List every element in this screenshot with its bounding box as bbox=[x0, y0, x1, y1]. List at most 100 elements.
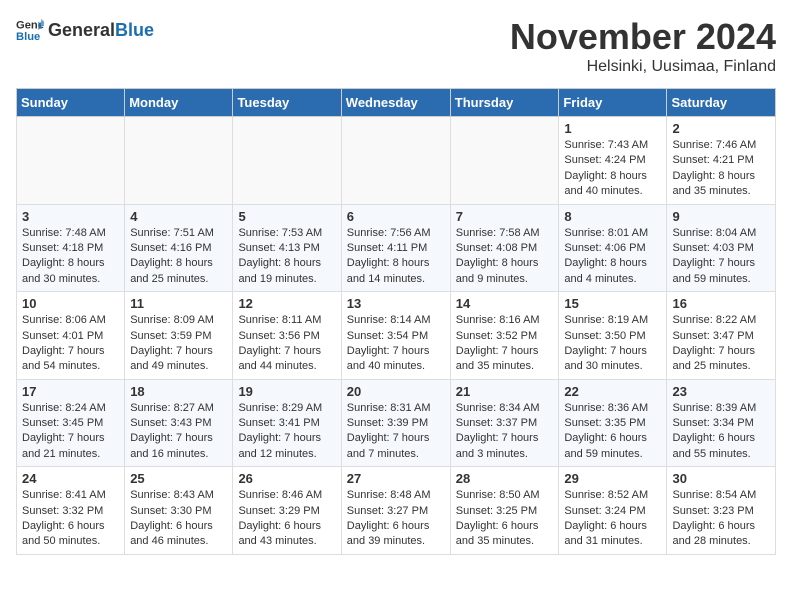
calendar-cell: 6Sunrise: 7:56 AMSunset: 4:11 PMDaylight… bbox=[341, 204, 450, 292]
weekday-header-monday: Monday bbox=[125, 89, 233, 117]
day-number: 10 bbox=[22, 296, 119, 311]
day-number: 8 bbox=[564, 209, 661, 224]
calendar-cell: 15Sunrise: 8:19 AMSunset: 3:50 PMDayligh… bbox=[559, 292, 667, 380]
calendar-cell: 19 Sunrise: 8:29 AMSunset: 3:41 PMDayligh… bbox=[233, 379, 341, 467]
day-info: Sunrise: 7:46 AMSunset: 4:21 PMDaylight:… bbox=[672, 138, 770, 200]
day-number: 13 bbox=[347, 296, 445, 311]
calendar-cell: 22 Sunrise: 8:36 AMSunset: 3:35 PMDayligh… bbox=[559, 379, 667, 467]
calendar-cell: 3 Sunrise: 7:48 AMSunset: 4:18 PMDaylight… bbox=[17, 204, 125, 292]
day-info: Sunrise: 8:24 AMSunset: 3:45 PMDaylight:… bbox=[22, 401, 119, 463]
logo-icon: General Blue bbox=[16, 16, 44, 44]
day-info: Sunrise: 7:58 AMSunset: 4:08 PMDaylight:… bbox=[456, 226, 554, 288]
calendar-week-row: 1Sunrise: 7:43 AMSunset: 4:24 PMDaylight… bbox=[17, 117, 776, 205]
calendar-cell: 30 Sunrise: 8:54 AMSunset: 3:23 PMDayligh… bbox=[667, 467, 776, 555]
calendar-cell: 16Sunrise: 8:22 AMSunset: 3:47 PMDayligh… bbox=[667, 292, 776, 380]
weekday-header-wednesday: Wednesday bbox=[341, 89, 450, 117]
calendar-week-row: 10 Sunrise: 8:06 AMSunset: 4:01 PMDayligh… bbox=[17, 292, 776, 380]
day-info: Sunrise: 8:46 AMSunset: 3:29 PMDaylight:… bbox=[238, 488, 335, 550]
header: General Blue General Blue November 2024 … bbox=[16, 16, 776, 76]
day-number: 22 bbox=[564, 384, 661, 399]
calendar-cell: 21 Sunrise: 8:34 AMSunset: 3:37 PMDayligh… bbox=[450, 379, 559, 467]
day-info: Sunrise: 7:51 AMSunset: 4:16 PMDaylight:… bbox=[130, 226, 227, 288]
day-info: Sunrise: 8:54 AMSunset: 3:23 PMDaylight:… bbox=[672, 488, 770, 550]
day-info: Sunrise: 8:11 AMSunset: 3:56 PMDaylight:… bbox=[238, 313, 335, 375]
day-number: 21 bbox=[456, 384, 554, 399]
calendar-cell bbox=[450, 117, 559, 205]
day-info: Sunrise: 8:14 AMSunset: 3:54 PMDaylight:… bbox=[347, 313, 445, 375]
day-number: 17 bbox=[22, 384, 119, 399]
day-number: 20 bbox=[347, 384, 445, 399]
day-info: Sunrise: 8:48 AMSunset: 3:27 PMDaylight:… bbox=[347, 488, 445, 550]
day-info: Sunrise: 8:41 AMSunset: 3:32 PMDaylight:… bbox=[22, 488, 119, 550]
calendar-cell: 1Sunrise: 7:43 AMSunset: 4:24 PMDaylight… bbox=[559, 117, 667, 205]
calendar-cell: 29Sunrise: 8:52 AMSunset: 3:24 PMDayligh… bbox=[559, 467, 667, 555]
day-info: Sunrise: 8:39 AMSunset: 3:34 PMDaylight:… bbox=[672, 401, 770, 463]
calendar-cell: 8 Sunrise: 8:01 AMSunset: 4:06 PMDaylight… bbox=[559, 204, 667, 292]
day-number: 30 bbox=[672, 471, 770, 486]
day-info: Sunrise: 7:56 AMSunset: 4:11 PMDaylight:… bbox=[347, 226, 445, 288]
day-number: 28 bbox=[456, 471, 554, 486]
calendar-cell: 17 Sunrise: 8:24 AMSunset: 3:45 PMDayligh… bbox=[17, 379, 125, 467]
calendar-cell: 10 Sunrise: 8:06 AMSunset: 4:01 PMDayligh… bbox=[17, 292, 125, 380]
calendar-cell: 7 Sunrise: 7:58 AMSunset: 4:08 PMDaylight… bbox=[450, 204, 559, 292]
day-info: Sunrise: 7:48 AMSunset: 4:18 PMDaylight:… bbox=[22, 226, 119, 288]
svg-text:Blue: Blue bbox=[16, 31, 40, 43]
calendar-cell bbox=[341, 117, 450, 205]
calendar-cell: 18Sunrise: 8:27 AMSunset: 3:43 PMDayligh… bbox=[125, 379, 233, 467]
day-info: Sunrise: 8:16 AMSunset: 3:52 PMDaylight:… bbox=[456, 313, 554, 375]
day-number: 24 bbox=[22, 471, 119, 486]
day-info: Sunrise: 7:53 AMSunset: 4:13 PMDaylight:… bbox=[238, 226, 335, 288]
day-number: 12 bbox=[238, 296, 335, 311]
day-number: 27 bbox=[347, 471, 445, 486]
logo-blue-text: Blue bbox=[115, 20, 154, 41]
calendar-cell: 26 Sunrise: 8:46 AMSunset: 3:29 PMDayligh… bbox=[233, 467, 341, 555]
day-number: 26 bbox=[238, 471, 335, 486]
day-number: 4 bbox=[130, 209, 227, 224]
calendar-cell: 11 Sunrise: 8:09 AMSunset: 3:59 PMDayligh… bbox=[125, 292, 233, 380]
calendar-cell: 9Sunrise: 8:04 AMSunset: 4:03 PMDaylight… bbox=[667, 204, 776, 292]
day-number: 18 bbox=[130, 384, 227, 399]
day-info: Sunrise: 8:01 AMSunset: 4:06 PMDaylight:… bbox=[564, 226, 661, 288]
calendar-cell: 5 Sunrise: 7:53 AMSunset: 4:13 PMDaylight… bbox=[233, 204, 341, 292]
weekday-header-thursday: Thursday bbox=[450, 89, 559, 117]
day-number: 23 bbox=[672, 384, 770, 399]
day-info: Sunrise: 8:29 AMSunset: 3:41 PMDaylight:… bbox=[238, 401, 335, 463]
calendar-header-row: SundayMondayTuesdayWednesdayThursdayFrid… bbox=[17, 89, 776, 117]
calendar-cell: 28 Sunrise: 8:50 AMSunset: 3:25 PMDayligh… bbox=[450, 467, 559, 555]
calendar-cell: 24 Sunrise: 8:41 AMSunset: 3:32 PMDayligh… bbox=[17, 467, 125, 555]
day-number: 11 bbox=[130, 296, 227, 311]
calendar-cell: 25Sunrise: 8:43 AMSunset: 3:30 PMDayligh… bbox=[125, 467, 233, 555]
day-number: 7 bbox=[456, 209, 554, 224]
calendar-cell: 13 Sunrise: 8:14 AMSunset: 3:54 PMDayligh… bbox=[341, 292, 450, 380]
calendar-cell: 12 Sunrise: 8:11 AMSunset: 3:56 PMDayligh… bbox=[233, 292, 341, 380]
day-info: Sunrise: 8:36 AMSunset: 3:35 PMDaylight:… bbox=[564, 401, 661, 463]
day-number: 3 bbox=[22, 209, 119, 224]
calendar-week-row: 24 Sunrise: 8:41 AMSunset: 3:32 PMDayligh… bbox=[17, 467, 776, 555]
day-number: 5 bbox=[238, 209, 335, 224]
calendar-week-row: 3 Sunrise: 7:48 AMSunset: 4:18 PMDaylight… bbox=[17, 204, 776, 292]
day-info: Sunrise: 8:50 AMSunset: 3:25 PMDaylight:… bbox=[456, 488, 554, 550]
weekday-header-saturday: Saturday bbox=[667, 89, 776, 117]
month-title: November 2024 bbox=[510, 16, 776, 58]
day-info: Sunrise: 8:31 AMSunset: 3:39 PMDaylight:… bbox=[347, 401, 445, 463]
day-info: Sunrise: 8:22 AMSunset: 3:47 PMDaylight:… bbox=[672, 313, 770, 375]
calendar-cell: 4 Sunrise: 7:51 AMSunset: 4:16 PMDaylight… bbox=[125, 204, 233, 292]
day-number: 15 bbox=[564, 296, 661, 311]
day-number: 19 bbox=[238, 384, 335, 399]
weekday-header-friday: Friday bbox=[559, 89, 667, 117]
location-title: Helsinki, Uusimaa, Finland bbox=[510, 58, 776, 76]
calendar-week-row: 17 Sunrise: 8:24 AMSunset: 3:45 PMDayligh… bbox=[17, 379, 776, 467]
day-number: 14 bbox=[456, 296, 554, 311]
calendar-cell: 2Sunrise: 7:46 AMSunset: 4:21 PMDaylight… bbox=[667, 117, 776, 205]
weekday-header-tuesday: Tuesday bbox=[233, 89, 341, 117]
day-info: Sunrise: 8:52 AMSunset: 3:24 PMDaylight:… bbox=[564, 488, 661, 550]
calendar-cell: 23 Sunrise: 8:39 AMSunset: 3:34 PMDayligh… bbox=[667, 379, 776, 467]
day-info: Sunrise: 8:06 AMSunset: 4:01 PMDaylight:… bbox=[22, 313, 119, 375]
day-info: Sunrise: 8:43 AMSunset: 3:30 PMDaylight:… bbox=[130, 488, 227, 550]
day-number: 9 bbox=[672, 209, 770, 224]
day-number: 1 bbox=[564, 121, 661, 136]
day-info: Sunrise: 8:34 AMSunset: 3:37 PMDaylight:… bbox=[456, 401, 554, 463]
calendar-cell: 14 Sunrise: 8:16 AMSunset: 3:52 PMDayligh… bbox=[450, 292, 559, 380]
day-info: Sunrise: 8:09 AMSunset: 3:59 PMDaylight:… bbox=[130, 313, 227, 375]
calendar-cell: 20 Sunrise: 8:31 AMSunset: 3:39 PMDayligh… bbox=[341, 379, 450, 467]
